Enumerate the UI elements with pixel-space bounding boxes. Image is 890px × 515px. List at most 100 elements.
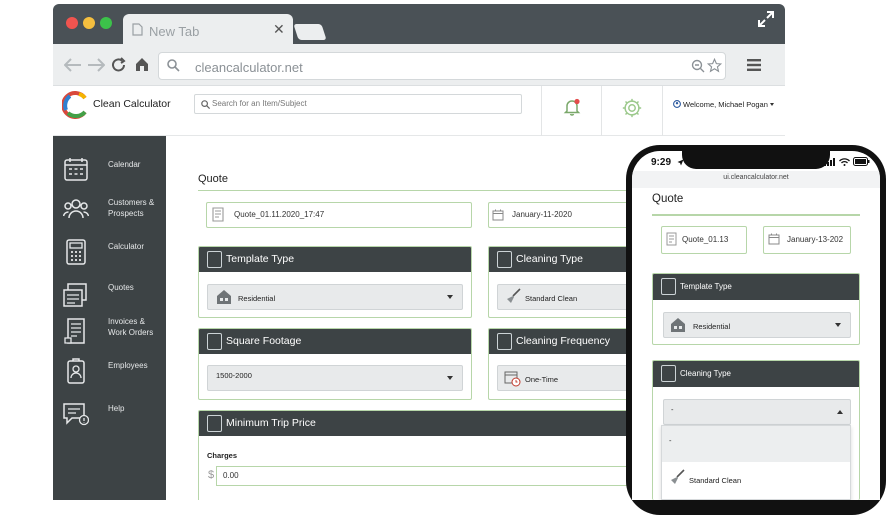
quote-date-value: January-11-2020: [512, 210, 572, 219]
dropdown-option[interactable]: -: [662, 426, 850, 462]
broom-icon: [671, 469, 685, 484]
help-chat-icon: [63, 403, 89, 426]
forward-icon[interactable]: [87, 58, 105, 72]
employee-badge-icon: [67, 358, 85, 384]
fullscreen-icon[interactable]: [757, 10, 775, 28]
header-divider: [601, 86, 602, 136]
home-icon[interactable]: [134, 57, 150, 72]
template-type-select[interactable]: Residential: [207, 284, 463, 310]
square-footage-value: 1500-2000: [216, 371, 252, 380]
calendar-icon: [768, 233, 780, 245]
gear-icon[interactable]: [621, 97, 643, 119]
signal-icon: [824, 158, 835, 166]
sidebar-item-label: Help: [108, 404, 125, 413]
people-icon: [63, 199, 89, 219]
phone-dropdown-menu: - Standard Clean: [661, 425, 851, 500]
template-type-card: Template Type Residential: [198, 246, 472, 318]
zoom-icon[interactable]: [691, 59, 705, 73]
cleaning-type-label: Cleaning Type: [516, 253, 583, 265]
chevron-down-icon: [447, 295, 453, 299]
phone-template-type-select[interactable]: Residential: [663, 312, 851, 338]
clean-calculator-logo-icon[interactable]: [62, 91, 90, 119]
template-type-header: Template Type: [199, 247, 471, 272]
welcome-text[interactable]: Welcome, Michael Pogan: [683, 100, 768, 109]
document-icon: [212, 207, 224, 222]
phone-template-type-value: Residential: [693, 322, 731, 331]
maximize-window-dot[interactable]: [100, 17, 112, 29]
phone-template-type-label: Template Type: [680, 282, 732, 291]
bookmark-star-icon[interactable]: [707, 58, 722, 73]
calendar-icon: [492, 209, 504, 221]
sidebar-item-label-line2: Work Orders: [108, 328, 154, 337]
reload-icon[interactable]: [111, 57, 126, 73]
tab-title: New Tab: [149, 24, 200, 39]
sidebar-item-label: Calendar: [108, 160, 141, 169]
phone-notch: [682, 151, 830, 169]
sidebar-item-label-line2: Prospects: [108, 209, 144, 218]
phone-date-value: January-13-202: [787, 235, 844, 244]
calculator-icon: [66, 239, 86, 265]
page-icon: [132, 23, 143, 36]
phone-cleaning-type-header: Cleaning Type: [653, 361, 859, 387]
phone-cleaning-type-select[interactable]: -: [663, 399, 851, 425]
quotes-icon: [63, 283, 87, 307]
bell-icon[interactable]: [563, 98, 581, 116]
form-icon: [661, 365, 676, 382]
phone-quote-id-value: Quote_01.13: [682, 235, 729, 244]
header-divider: [541, 86, 542, 136]
sidebar-item-employees[interactable]: Employees: [53, 352, 166, 386]
sidebar-item-calculator[interactable]: Calculator: [53, 232, 166, 266]
square-footage-select[interactable]: 1500-2000: [207, 365, 463, 391]
sidebar-item-label: Invoices &: [108, 317, 145, 326]
quote-id-value: Quote_01.11.2020_17:47: [234, 210, 325, 219]
dropdown-option[interactable]: Standard Clean: [662, 463, 850, 500]
dropdown-option-label: -: [669, 436, 672, 445]
phone-cleaning-type-value: -: [671, 405, 674, 414]
form-icon: [207, 333, 222, 350]
square-footage-label: Square Footage: [226, 335, 302, 347]
chevron-up-icon: [837, 410, 843, 414]
user-icon: [673, 100, 681, 108]
form-icon: [661, 278, 676, 295]
sidebar-item-calendar[interactable]: Calendar: [53, 150, 166, 184]
sidebar-item-label: Employees: [108, 361, 148, 370]
square-footage-header: Square Footage: [199, 329, 471, 354]
cleaning-frequency-label: Cleaning Frequency: [516, 335, 610, 347]
new-tab-button[interactable]: [293, 24, 327, 40]
sidebar-item-quotes[interactable]: Quotes: [53, 274, 166, 308]
minimum-trip-price-label: Minimum Trip Price: [226, 417, 316, 429]
sidebar-item-label: Calculator: [108, 242, 145, 251]
menu-icon[interactable]: [747, 59, 761, 71]
user-menu-chevron-down-icon[interactable]: [770, 103, 774, 106]
app-search-icon: [201, 100, 210, 109]
chevron-down-icon: [447, 376, 453, 380]
search-icon: [167, 59, 180, 72]
sidebar-item-help[interactable]: Help: [53, 394, 166, 428]
template-type-label: Template Type: [226, 253, 295, 265]
phone-screen: 9:29 ui.cleancalculator.net Quote Quote_…: [632, 151, 880, 500]
broom-icon: [507, 288, 521, 303]
calendar-icon: [64, 158, 88, 181]
cleaning-frequency-value: One-Time: [525, 375, 559, 384]
battery-icon: [853, 157, 870, 166]
sidebar-item-invoices[interactable]: Invoices & Work Orders: [53, 312, 166, 348]
url-text[interactable]: cleancalculator.net: [195, 60, 303, 75]
back-icon[interactable]: [64, 58, 82, 72]
charges-label: Charges: [207, 451, 238, 460]
sidebar-item-customers[interactable]: Customers & Prospects: [53, 190, 166, 226]
minimize-window-dot[interactable]: [83, 17, 95, 29]
charges-value: 0.00: [223, 471, 239, 480]
tab-close-icon[interactable]: ✕: [273, 21, 285, 38]
close-window-dot[interactable]: [66, 17, 78, 29]
sidebar-nav: Calendar Customers & Prospects Calculato…: [53, 136, 166, 500]
chevron-down-icon: [835, 323, 841, 327]
wifi-icon: [839, 158, 850, 166]
house-icon: [217, 290, 231, 304]
form-icon: [207, 251, 222, 268]
phone-template-type-card: Template Type Residential: [652, 273, 860, 345]
page-title: Quote: [198, 173, 228, 185]
form-icon: [497, 333, 512, 350]
brand-name: Clean Calculator: [93, 98, 171, 110]
location-arrow-icon: [677, 159, 684, 166]
square-footage-card: Square Footage 1500-2000: [198, 328, 472, 400]
